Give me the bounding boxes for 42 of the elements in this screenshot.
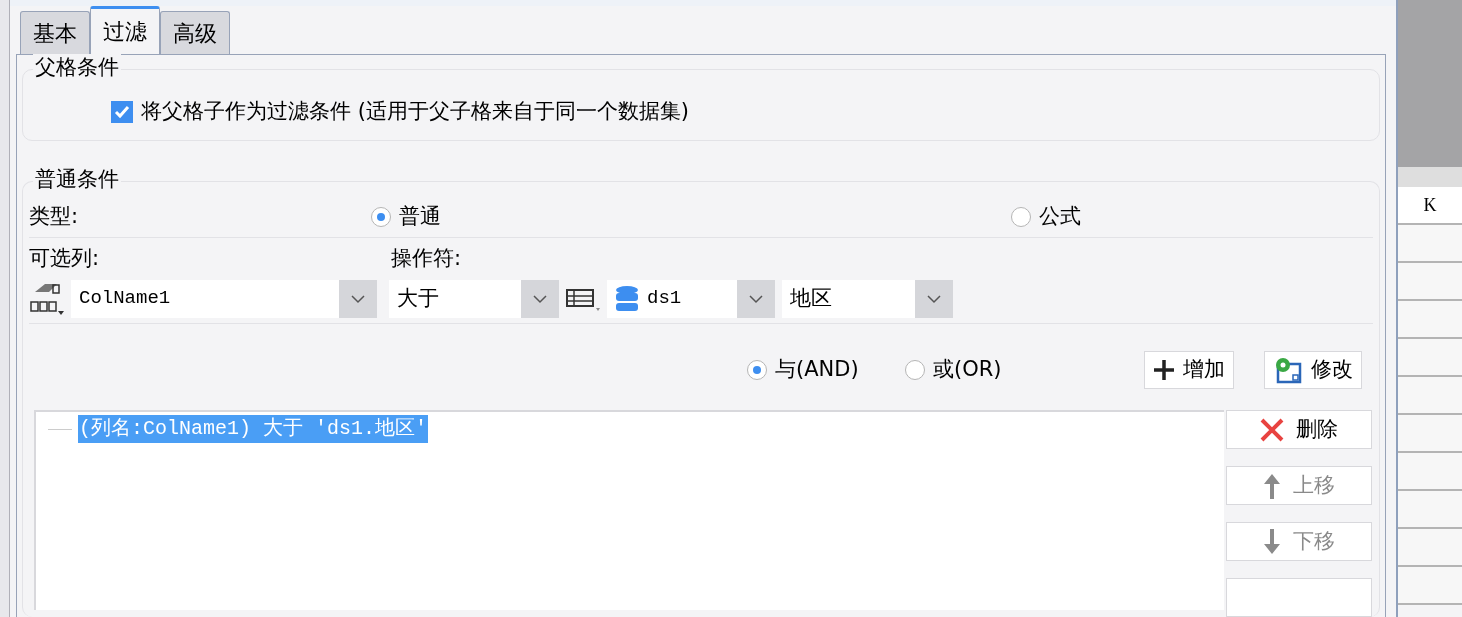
action-button[interactable]: 修改 (1264, 351, 1362, 389)
gear-icon (1273, 356, 1303, 384)
radio-label: 普通 (399, 202, 441, 230)
group-title: 普通条件 (33, 166, 121, 192)
chevron-down-icon (532, 293, 548, 304)
arrow-up-icon (1263, 472, 1281, 499)
plus-icon (1153, 359, 1175, 381)
dropdown-value: 大于 (397, 284, 439, 312)
radio-button[interactable] (905, 360, 925, 380)
side-button[interactable]: 删除 (1226, 410, 1372, 449)
close-icon (1260, 417, 1284, 442)
action-button[interactable]: 增加 (1144, 351, 1234, 389)
dropdown-value: ColName1 (79, 286, 171, 312)
tab[interactable]: 基本 (20, 11, 90, 54)
column-type-icon (29, 281, 67, 316)
group-title: 父格条件 (33, 54, 121, 80)
arrow-down-icon (1263, 528, 1281, 555)
dropdown-value: ds1 (647, 286, 682, 312)
radio-label: 与(AND) (775, 356, 859, 384)
checkbox-label: 将父格子作为过滤条件 (适用于父子格来自于同一个数据集) (141, 98, 690, 126)
header-band (1398, 167, 1462, 187)
tab[interactable]: 过滤 (90, 6, 160, 54)
field-label: 操作符: (391, 245, 462, 273)
database-icon (615, 284, 639, 313)
chevron-down-icon (926, 293, 942, 304)
chevron-down-icon (748, 293, 764, 304)
radio-label: 或(OR) (933, 356, 1002, 384)
radio-button[interactable] (747, 360, 767, 380)
dropdown-field[interactable]: ColName1 (71, 279, 377, 318)
dropdown-field[interactable]: 地区 (782, 279, 953, 318)
column-header: K (1423, 193, 1437, 217)
radio-button[interactable] (371, 206, 391, 227)
field-label: 可选列: (29, 245, 101, 273)
dropdown-field[interactable]: 大于 (389, 279, 559, 318)
radio-button[interactable] (1011, 206, 1031, 227)
dropdown-value: 地区 (790, 284, 832, 312)
dropdown-field[interactable]: ds1 (607, 279, 775, 318)
checkbox[interactable] (111, 101, 133, 123)
radio-label: 公式 (1039, 202, 1081, 230)
field-label: 类型: (29, 202, 80, 230)
tab[interactable]: 高级 (160, 11, 230, 54)
chevron-down-icon (350, 293, 366, 304)
